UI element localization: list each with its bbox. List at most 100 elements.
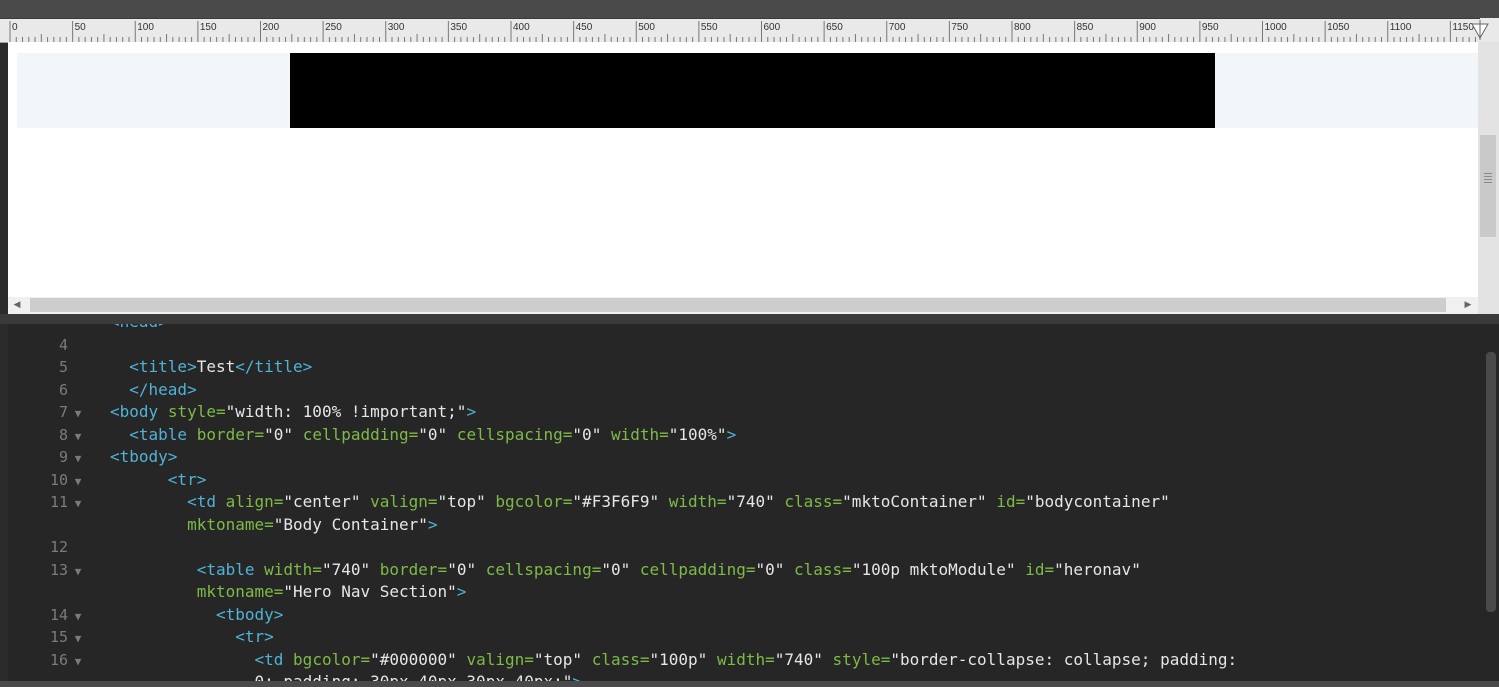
ruler-label: 500: [638, 22, 655, 33]
line-gutter: 16 ▼: [8, 649, 88, 673]
code-text: <tr>: [167, 469, 207, 489]
code-line[interactable]: 13 ▼ <table width="740" border="0" cellsp…: [8, 559, 1478, 581]
ruler-label: 950: [1201, 22, 1219, 33]
code-line[interactable]: 8 ▼ <table border="0" cellpadding="0" cel…: [8, 424, 1478, 446]
code-line[interactable]: 15 ▼ <tr>: [8, 626, 1478, 648]
code-line[interactable]: 6 </head>: [8, 379, 1478, 401]
code-line[interactable]: mktoname="Hero Nav Section">: [8, 581, 1478, 603]
line-gutter: 10 ▼: [8, 469, 88, 493]
line-gutter: [8, 671, 88, 681]
ruler-label: 600: [763, 22, 781, 33]
line-gutter: [8, 514, 88, 536]
editor-vertical-scroll-thumb[interactable]: [1486, 352, 1496, 612]
ruler-label: 1050: [1327, 22, 1350, 33]
line-number: 11: [49, 493, 68, 511]
ruler-label: 450: [575, 22, 593, 33]
ruler-label: 300: [387, 22, 405, 33]
line-number: 8: [58, 425, 68, 444]
line-number: 10: [49, 470, 68, 489]
scroll-right-arrow-icon[interactable]: ▶: [1461, 297, 1475, 313]
line-number: 5: [58, 358, 68, 376]
fold-arrow-icon[interactable]: ▼: [68, 606, 88, 628]
fold-arrow-icon[interactable]: ▼: [68, 403, 88, 425]
line-number: 6: [58, 380, 68, 399]
code-line[interactable]: 5 <title>Test</title>: [8, 356, 1478, 378]
bottom-status-bar: [0, 681, 1499, 687]
line-gutter: 5: [8, 356, 88, 378]
line-gutter: 15 ▼: [8, 626, 88, 650]
code-text: <tbody>: [110, 447, 178, 466]
live-preview-viewport[interactable]: [8, 42, 1478, 297]
fold-arrow-icon[interactable]: ▼: [68, 493, 88, 515]
code-text: 0; padding: 30px 40px 30px 40px;">: [110, 671, 583, 681]
line-number: 12: [49, 538, 68, 556]
line-gutter: 11 ▼: [8, 491, 88, 515]
ruler-label: 0: [12, 22, 18, 33]
ruler-label: 700: [888, 22, 906, 33]
code-line[interactable]: 7 ▼ <body style="width: 100% !important;">: [8, 401, 1478, 423]
code-text: mktoname="Body Container">: [187, 514, 438, 534]
fold-arrow-icon[interactable]: ▼: [68, 651, 88, 673]
ruler-label: 350: [450, 22, 468, 33]
code-text: <table border="0" cellpadding="0" cellsp…: [129, 424, 737, 444]
preview-horizontal-scroll-thumb[interactable]: [30, 298, 1446, 312]
ruler-label: 100: [137, 22, 154, 33]
code-line[interactable]: 9 ▼ <tbody>: [8, 446, 1478, 468]
fold-arrow-icon[interactable]: ▼: [68, 448, 88, 470]
code-line[interactable]: 10 ▼ <tr>: [8, 469, 1478, 491]
code-text: </head>: [129, 379, 197, 399]
fold-arrow-icon[interactable]: ▼: [68, 471, 88, 493]
line-number: 9: [58, 448, 68, 466]
code-line[interactable]: mktoname="Body Container">: [8, 514, 1478, 536]
code-text: <td bgcolor="#000000" valign="top" class…: [254, 649, 1238, 669]
code-editor[interactable]: <head>45 <title>Test</title>6 </head>7▼<…: [8, 324, 1486, 681]
preview-vertical-scroll-thumb[interactable]: [1480, 135, 1496, 237]
code-line[interactable]: 14 ▼ <tbody>: [8, 604, 1478, 626]
line-gutter: 7 ▼: [8, 401, 88, 425]
code-line[interactable]: 12: [8, 536, 1478, 558]
ruler-ticks: [9, 21, 1476, 42]
code-line[interactable]: 11 ▼ <td align="center" valign="top" bgco…: [8, 491, 1478, 513]
ruler-label: 150: [199, 22, 217, 33]
horizontal-ruler: 0 50 100 150 200 250 300 350 400 450 500 550 600 650 7…: [0, 18, 1480, 43]
line-gutter: 6: [8, 379, 88, 401]
ruler-width-marker-icon[interactable]: [1471, 20, 1489, 40]
line-gutter: 9 ▼: [8, 446, 88, 470]
ruler-label: 650: [826, 22, 843, 33]
hero-nav-section-preview: [290, 53, 1215, 128]
line-gutter: 8 ▼: [8, 424, 88, 448]
code-line[interactable]: 16 ▼ <td bgcolor="#000000" valign="top" c…: [8, 649, 1478, 671]
ruler-label: 800: [1014, 22, 1031, 33]
line-number: 16: [49, 650, 68, 669]
line-gutter: 14 ▼: [8, 604, 88, 628]
code-text: <title>Test</title>: [129, 357, 313, 376]
code-line[interactable]: 0; padding: 30px 40px 30px 40px;">: [8, 671, 1478, 681]
ruler-label: 750: [951, 22, 969, 33]
line-gutter: [8, 324, 88, 333]
scroll-left-arrow-icon[interactable]: ◀: [10, 297, 24, 313]
code-text: <td align="center" valign="top" bgcolor=…: [187, 492, 1170, 511]
code-line[interactable]: 4: [8, 334, 1478, 356]
fold-arrow-icon[interactable]: ▼: [68, 628, 88, 650]
line-number: 14: [49, 605, 68, 624]
code-text: <head>: [110, 324, 168, 333]
ruler-label: 400: [513, 22, 530, 33]
line-gutter: 4: [8, 334, 88, 356]
pane-splitter[interactable]: [0, 314, 1499, 324]
code-text: <body style="width: 100% !important;">: [110, 402, 477, 421]
ruler-label: 200: [262, 22, 280, 33]
code-text: mktoname="Hero Nav Section">: [196, 582, 467, 601]
fold-arrow-icon[interactable]: ▼: [68, 561, 88, 583]
ruler-label: 1000: [1264, 22, 1287, 33]
line-number: 7: [58, 403, 68, 421]
line-gutter: 12: [8, 536, 88, 558]
top-toolbar: [0, 0, 1499, 18]
line-gutter: 13 ▼: [8, 559, 88, 583]
code-text: <table width="740" border="0" cellspacin…: [196, 559, 1141, 579]
code-line[interactable]: <head>: [8, 324, 1478, 333]
ruler-label: 250: [325, 22, 342, 33]
ruler-label: 550: [700, 22, 718, 33]
fold-arrow-icon[interactable]: ▼: [68, 426, 88, 448]
code-text: <tbody>: [215, 604, 284, 624]
line-gutter: [8, 581, 88, 603]
